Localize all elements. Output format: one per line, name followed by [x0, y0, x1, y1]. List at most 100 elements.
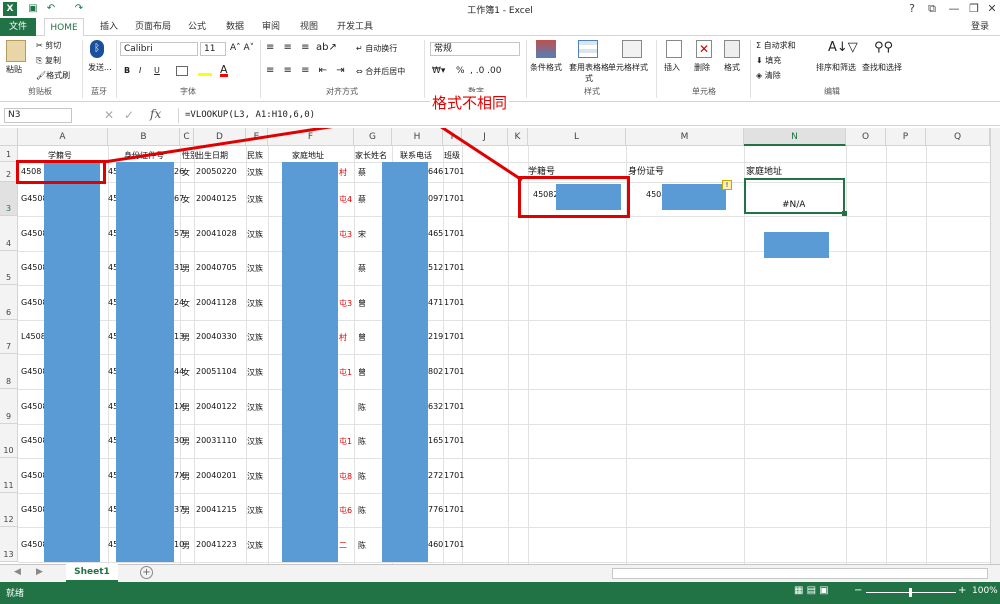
add-sheet-button[interactable]: +: [140, 566, 153, 579]
prev-sheet-icon[interactable]: ◀: [14, 567, 21, 577]
annotation-arrows: [103, 128, 523, 182]
brush-icon: 🖌: [36, 71, 47, 80]
tab-developer[interactable]: 开发工具: [332, 18, 378, 36]
font-grow-icon[interactable]: A˄ A˅: [230, 43, 254, 53]
cell-styles-icon[interactable]: [622, 40, 642, 58]
horizontal-scrollbar[interactable]: [612, 568, 988, 579]
autosum-button[interactable]: Σ 自动求和: [756, 40, 796, 51]
excel-logo-icon: X: [3, 2, 17, 16]
tab-insert[interactable]: 插入: [94, 18, 124, 36]
wrap-text-button[interactable]: ↵ 自动换行: [356, 43, 397, 54]
name-box[interactable]: N3: [4, 108, 72, 123]
orientation-icon[interactable]: ab↗: [316, 42, 337, 53]
title-bar: X ▣ ↶ ↷ 工作簿1 - Excel ? ⧉ — ❐ ✕: [0, 0, 1000, 18]
alignment-group-label: 对齐方式: [326, 87, 358, 96]
currency-icon[interactable]: ₩▾: [432, 66, 445, 76]
tab-file[interactable]: 文件: [0, 18, 36, 36]
format-button[interactable]: 格式: [724, 62, 740, 73]
copy-icon: ⎘: [36, 56, 43, 65]
conditional-format-button[interactable]: 条件格式: [530, 62, 562, 73]
send-button[interactable]: 发送...: [88, 62, 112, 73]
conditional-format-icon[interactable]: [536, 40, 556, 58]
wrap-icon: ↵: [356, 44, 363, 53]
cell-styles-button[interactable]: 单元格样式: [608, 62, 648, 73]
bold-button[interactable]: B: [124, 66, 130, 75]
font-name-select[interactable]: Calibri: [120, 42, 198, 56]
fill-down-icon: ⬇: [756, 56, 763, 65]
merge-center-button[interactable]: ⇔ 合并后居中: [356, 66, 405, 77]
table-format-icon[interactable]: [578, 40, 598, 58]
copy-button[interactable]: ⎘ 复制: [36, 55, 61, 66]
scissors-icon: ✂: [36, 41, 43, 50]
annotation-line-a: [103, 128, 334, 164]
view-icons[interactable]: ▦ ▤ ▣: [794, 585, 829, 596]
tab-review[interactable]: 审阅: [256, 18, 286, 36]
save-icon[interactable]: ▣: [26, 2, 40, 15]
fill-button[interactable]: ⬇ 填充: [756, 55, 781, 66]
find-select-button[interactable]: 查找和选择: [862, 62, 902, 73]
worksheet-grid[interactable]: ABCDEFGHIJKLMNOPQ 12345678910111213 学籍号身…: [0, 128, 990, 564]
sheet-tab-sheet1[interactable]: Sheet1: [66, 564, 118, 582]
tab-view[interactable]: 视图: [294, 18, 324, 36]
annotation-line-l: [440, 128, 523, 182]
sigma-icon: Σ: [756, 41, 762, 50]
close-icon[interactable]: ✕: [982, 1, 1000, 17]
font-color-icon[interactable]: A: [220, 63, 228, 77]
zoom-in-icon[interactable]: +: [958, 585, 966, 596]
insert-cells-icon[interactable]: [666, 40, 682, 58]
fill-color-icon[interactable]: [198, 66, 212, 76]
border-icon[interactable]: [176, 66, 188, 76]
italic-button[interactable]: I: [139, 66, 141, 75]
clear-button[interactable]: ◈ 清除: [756, 70, 781, 81]
undo-icon[interactable]: ↶: [44, 2, 58, 15]
zoom-thumb[interactable]: [909, 588, 912, 597]
sheet-tab-bar: ◀ ▶ Sheet1 +: [0, 564, 1000, 582]
sort-filter-button[interactable]: 排序和筛选: [816, 62, 856, 73]
delete-cells-icon[interactable]: ✕: [696, 40, 712, 58]
format-cells-icon[interactable]: [724, 40, 740, 58]
clipboard-group-label: 剪贴板: [28, 87, 52, 96]
vertical-scrollbar[interactable]: [990, 128, 1000, 564]
sort-filter-icon[interactable]: A↓▽: [828, 40, 858, 55]
percent-button[interactable]: %: [456, 66, 465, 76]
align-top-icons[interactable]: ≡ ≡ ≡: [266, 42, 313, 53]
separator: [750, 40, 751, 98]
cells-group-label: 单元格: [692, 87, 716, 96]
enter-icon[interactable]: ✓: [124, 108, 134, 122]
ribbon-tabs: 文件 HOME 插入 页面布局 公式 数据 审阅 视图 开发工具 登录: [0, 18, 1000, 37]
underline-button[interactable]: U: [154, 66, 160, 75]
separator: [526, 40, 527, 98]
paste-button[interactable]: 粘贴: [6, 64, 22, 75]
minimize-icon[interactable]: —: [944, 1, 964, 17]
binoculars-icon[interactable]: ⚲⚲: [874, 40, 893, 55]
comma-icon[interactable]: , .0 .00: [470, 66, 501, 76]
bluetooth-icon[interactable]: ᛒ: [90, 40, 104, 58]
format-painter-button[interactable]: 🖌格式刷: [36, 70, 70, 81]
formula-input[interactable]: =VLOOKUP(L3, A1:H10,6,0): [178, 108, 988, 123]
tab-home[interactable]: HOME: [44, 18, 84, 37]
delete-button[interactable]: 删除: [694, 62, 710, 73]
cancel-icon[interactable]: ✕: [104, 108, 114, 122]
login-link[interactable]: 登录: [964, 18, 996, 36]
separator: [82, 40, 83, 98]
number-format-select[interactable]: 常规: [430, 42, 520, 56]
status-bar: 就绪 ▦ ▤ ▣ − + 100%: [0, 582, 1000, 604]
paste-icon[interactable]: [6, 40, 26, 62]
help-button[interactable]: ?: [902, 1, 922, 17]
ribbon-display-icon[interactable]: ⧉: [922, 1, 942, 17]
tab-page-layout[interactable]: 页面布局: [130, 18, 176, 36]
insert-function-icon[interactable]: fx: [150, 107, 161, 121]
tab-formulas[interactable]: 公式: [182, 18, 212, 36]
next-sheet-icon[interactable]: ▶: [36, 567, 43, 577]
tab-data[interactable]: 数据: [220, 18, 250, 36]
zoom-out-icon[interactable]: −: [854, 585, 862, 596]
redo-icon[interactable]: ↷: [72, 2, 86, 15]
cut-button[interactable]: ✂ 剪切: [36, 40, 61, 51]
separator: [656, 40, 657, 98]
insert-button[interactable]: 插入: [664, 62, 680, 73]
format-as-table-button[interactable]: 套用表格格式: [566, 62, 612, 84]
font-size-select[interactable]: 11: [200, 42, 226, 56]
separator: [424, 40, 425, 98]
restore-icon[interactable]: ❐: [964, 1, 984, 17]
align-left-icons[interactable]: ≡ ≡ ≡ ⇤ ⇥: [266, 65, 348, 76]
